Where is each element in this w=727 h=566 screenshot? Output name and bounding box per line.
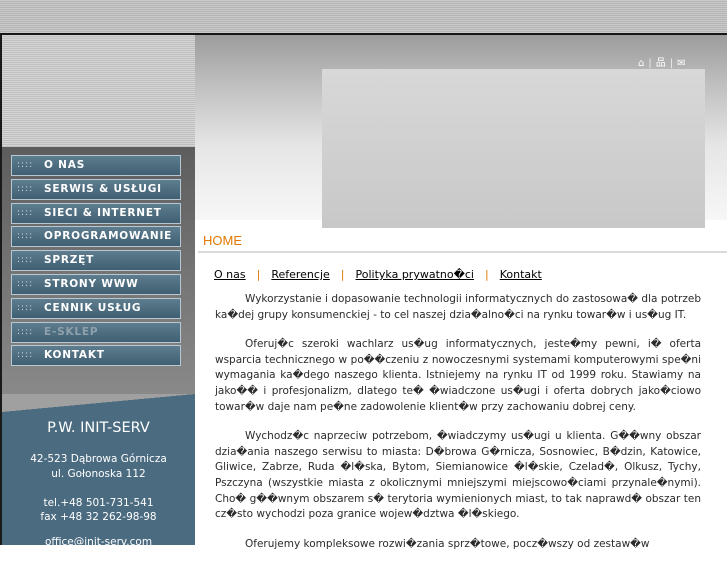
company-info-panel: P.W. INIT-SERV 42-523 Dąbrowa Górnicza u…	[2, 394, 195, 548]
subnav-link-referencje[interactable]: Referencje	[271, 268, 329, 281]
nav-dots-icon: ::::	[17, 326, 34, 337]
company-address-line1: 42-523 Dąbrowa Górnicza	[30, 453, 167, 465]
icon-separator: |	[669, 58, 674, 69]
nav-dots-icon: ::::	[17, 207, 34, 218]
nav-item-label: STRONY WWW	[44, 277, 139, 290]
nav-dots-icon: ::::	[17, 278, 34, 289]
nav-item-label: SIECI & INTERNET	[44, 206, 162, 219]
nav-item-sieci-internet[interactable]: :::: SIECI & INTERNET	[11, 202, 181, 224]
nav-dots-icon: ::::	[17, 255, 34, 266]
nav-item-e-sklep[interactable]: :::: E-SKLEP	[11, 321, 181, 343]
nav-item-label: CENNIK USŁUG	[44, 301, 142, 314]
nav-item-kontakt[interactable]: :::: KONTAKT	[11, 345, 181, 367]
subnav-separator: |	[484, 268, 489, 281]
mail-icon[interactable]: ✉	[677, 58, 685, 69]
company-phone: tel.+48 501-731-541	[43, 497, 154, 509]
company-email-link[interactable]: office@init-serv.com	[2, 536, 195, 548]
company-fax: fax +48 32 262-98-98	[40, 511, 157, 523]
nav-item-label: KONTAKT	[44, 349, 105, 362]
company-name: P.W. INIT-SERV	[47, 420, 150, 436]
subnav-separator: |	[256, 268, 261, 281]
nav-dots-icon: ::::	[17, 302, 34, 313]
nav-item-label: SPRZĘT	[44, 254, 95, 267]
nav-dots-icon: ::::	[17, 160, 34, 170]
subnav-link-o-nas[interactable]: O nas	[214, 268, 246, 281]
nav-dots-icon: ::::	[17, 231, 34, 242]
nav-item-label: OPROGRAMOWANIE	[44, 230, 173, 243]
icon-separator: |	[648, 58, 652, 69]
subnav-link-polityka[interactable]: Polityka prywatno�ci	[356, 268, 474, 281]
nav-item-cennik-uslug[interactable]: :::: CENNIK USŁUG	[11, 297, 181, 319]
sub-navigation: O nas | Referencje | Polityka prywatno�ci | Ko…	[214, 268, 542, 281]
nav-item-sprzet[interactable]: :::: SPRZĘT	[11, 250, 181, 272]
header-image	[322, 69, 705, 228]
header-icon-bar: ⌂ | 品 | ✉	[636, 54, 688, 69]
content-paragraph: Wykorzystanie i dopasowanie technologii …	[215, 293, 701, 321]
company-address-line2: ul. Gołonoska 112	[51, 468, 146, 480]
content-paragraph: Oferuj�c szeroki wachlarz us�ug informat…	[215, 338, 701, 413]
main-nav: :::: O NAS :::: SERWIS & USŁUGI :::: SIECI …	[11, 155, 181, 369]
nav-dots-icon: ::::	[17, 183, 34, 194]
subnav-separator: |	[340, 268, 345, 281]
nav-item-label: O NAS	[44, 159, 86, 171]
home-icon[interactable]: ⌂	[638, 58, 644, 69]
nav-item-oprogramowanie[interactable]: :::: OPROGRAMOWANIE	[11, 226, 181, 248]
title-underline	[198, 251, 727, 253]
nav-item-strony-www[interactable]: :::: STRONY WWW	[11, 273, 181, 295]
nav-item-label: E-SKLEP	[44, 325, 99, 338]
nav-item-serwis-uslugi[interactable]: :::: SERWIS & USŁUGI	[11, 178, 181, 200]
subnav-link-kontakt[interactable]: Kontakt	[500, 268, 542, 281]
nav-dots-icon: ::::	[17, 350, 34, 361]
company-panel-bevel	[2, 394, 195, 412]
page-title: HOME	[203, 233, 242, 248]
content-paragraph: Wychodz�c naprzeciw potrzebom, �wiadczym…	[215, 430, 701, 521]
nav-item-label: SERWIS & USŁUGI	[44, 182, 162, 195]
sitemap-icon[interactable]: 品	[656, 54, 666, 69]
top-stripe-band	[0, 0, 727, 33]
main-content: Wykorzystanie i dopasowanie technologii …	[215, 292, 701, 566]
nav-item-o-nas[interactable]: :::: O NAS	[11, 155, 181, 176]
